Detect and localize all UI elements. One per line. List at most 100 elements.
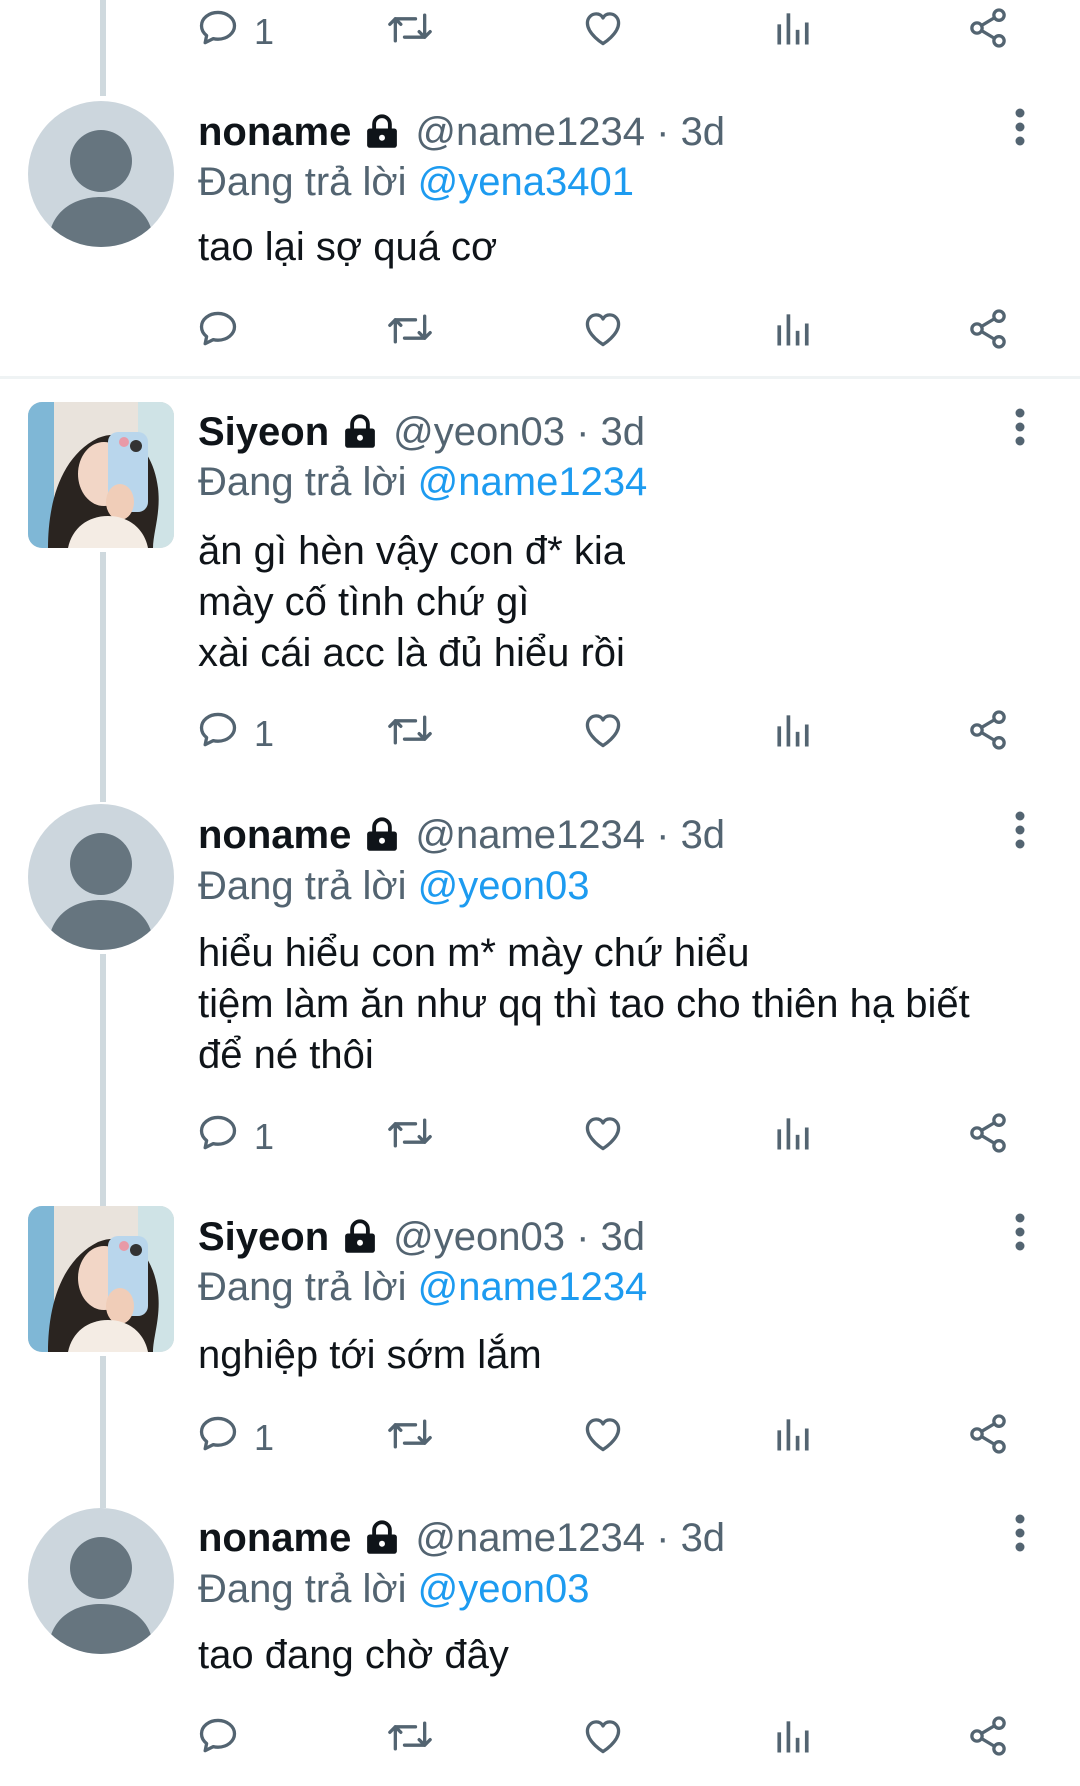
tweet-header: Siyeon @yeon03 · 3d <box>198 405 645 459</box>
reply-icon <box>196 6 240 59</box>
avatar-default[interactable] <box>28 804 174 950</box>
share-icon <box>966 708 1010 761</box>
more-vertical-icon <box>1014 1212 1026 1257</box>
mention-link[interactable]: @name1234 <box>418 1265 648 1309</box>
lock-icon <box>361 814 403 856</box>
more-vertical-icon <box>1014 1513 1026 1558</box>
display-name[interactable]: noname <box>198 1516 351 1561</box>
like-button[interactable] <box>581 2 625 62</box>
avatar-default[interactable] <box>28 101 174 247</box>
meta-separator: · <box>565 1214 601 1259</box>
tweet-text-line: để né thôi <box>198 1033 374 1077</box>
mention-link[interactable]: @yeon03 <box>418 1567 590 1611</box>
avatar-photo[interactable] <box>28 1206 174 1352</box>
mention-link[interactable]: @name1234 <box>418 460 648 504</box>
views-button[interactable] <box>771 1107 815 1167</box>
avatar-photo[interactable] <box>28 402 174 548</box>
tweet-text-line: mày cố tình chứ gì <box>198 580 530 624</box>
share-button[interactable] <box>966 1107 1010 1167</box>
analytics-icon <box>771 1412 815 1465</box>
display-name[interactable]: noname <box>198 110 351 155</box>
views-button[interactable] <box>771 303 815 363</box>
avatar-default[interactable] <box>28 1508 174 1654</box>
reply-count: 1 <box>254 1417 275 1458</box>
more-options-button[interactable] <box>1000 102 1040 156</box>
handle[interactable]: @name1234 <box>415 813 645 858</box>
meta-separator: · <box>565 409 601 454</box>
retweet-button[interactable] <box>386 1408 434 1468</box>
heart-icon <box>581 708 625 761</box>
more-options-button[interactable] <box>1000 402 1040 456</box>
analytics-icon <box>771 1111 815 1164</box>
tweet-text-line: xài cái acc là đủ hiểu rồi <box>198 631 625 675</box>
display-name[interactable]: Siyeon <box>198 1215 329 1260</box>
like-button[interactable] <box>581 704 625 764</box>
retweet-button[interactable] <box>386 303 434 363</box>
views-button[interactable] <box>771 1710 815 1770</box>
share-button[interactable] <box>966 303 1010 363</box>
default-avatar-icon <box>48 833 154 950</box>
retweet-icon <box>386 1412 434 1465</box>
mention-link[interactable]: @yeon03 <box>418 864 590 908</box>
reply-button[interactable]: 1 <box>196 2 274 62</box>
views-button[interactable] <box>771 1408 815 1468</box>
handle[interactable]: @yeon03 <box>393 410 565 455</box>
heart-icon <box>581 1412 625 1465</box>
share-button[interactable] <box>966 1408 1010 1468</box>
timestamp[interactable]: 3d <box>681 110 726 155</box>
tweet-text: hiểu hiểu con m* mày chứ hiểu tiệm làm ă… <box>198 928 1048 1081</box>
meta-separator: · <box>645 812 681 857</box>
share-button[interactable] <box>966 2 1010 62</box>
tweet-text-line: tiệm làm ăn như qq thì tao cho thiên hạ … <box>198 982 970 1026</box>
action-bar <box>196 303 1026 363</box>
timestamp[interactable]: 3d <box>601 410 646 455</box>
replying-prefix: Đang trả lời <box>198 864 418 908</box>
reply-button[interactable]: 1 <box>196 1408 274 1468</box>
views-button[interactable] <box>771 2 815 62</box>
reply-button[interactable]: 1 <box>196 1107 274 1167</box>
replying-to: Đang trả lời @name1234 <box>198 460 647 505</box>
like-button[interactable] <box>581 303 625 363</box>
timestamp[interactable]: 3d <box>601 1215 646 1260</box>
like-button[interactable] <box>581 1107 625 1167</box>
replying-to: Đang trả lời @name1234 <box>198 1265 647 1310</box>
views-button[interactable] <box>771 704 815 764</box>
handle[interactable]: @name1234 <box>415 1516 645 1561</box>
share-icon <box>966 1412 1010 1465</box>
share-button[interactable] <box>966 1710 1010 1770</box>
retweet-icon <box>386 1111 434 1164</box>
share-button[interactable] <box>966 704 1010 764</box>
retweet-button[interactable] <box>386 1710 434 1770</box>
tweet-text-line: hiểu hiểu con m* mày chứ hiểu <box>198 931 750 975</box>
more-options-button[interactable] <box>1000 805 1040 859</box>
tweet-text-line: tao đang chờ đây <box>198 1633 509 1677</box>
handle[interactable]: @name1234 <box>415 110 645 155</box>
reply-button[interactable] <box>196 303 254 363</box>
reply-icon <box>196 1111 240 1164</box>
retweet-button[interactable] <box>386 704 434 764</box>
handle[interactable]: @yeon03 <box>393 1215 565 1260</box>
meta-separator: · <box>645 109 681 154</box>
analytics-icon <box>771 1714 815 1767</box>
tweet-text: tao lại sợ quá cơ <box>198 222 1048 273</box>
display-name[interactable]: Siyeon <box>198 410 329 455</box>
like-button[interactable] <box>581 1408 625 1468</box>
mention-link[interactable]: @yena3401 <box>418 160 634 204</box>
timestamp[interactable]: 3d <box>681 1516 726 1561</box>
thread-separator <box>0 376 1080 379</box>
more-options-button[interactable] <box>1000 1207 1040 1261</box>
tweet-text-line: tao lại sợ quá cơ <box>198 225 498 269</box>
reply-button[interactable] <box>196 1710 254 1770</box>
retweet-button[interactable] <box>386 1107 434 1167</box>
reply-icon <box>196 1714 240 1767</box>
more-vertical-icon <box>1014 107 1026 152</box>
more-options-button[interactable] <box>1000 1508 1040 1562</box>
reply-button[interactable]: 1 <box>196 704 274 764</box>
retweet-icon <box>386 708 434 761</box>
retweet-button[interactable] <box>386 2 434 62</box>
display-name[interactable]: noname <box>198 813 351 858</box>
timestamp[interactable]: 3d <box>681 813 726 858</box>
more-vertical-icon <box>1014 810 1026 855</box>
share-icon <box>966 1714 1010 1767</box>
like-button[interactable] <box>581 1710 625 1770</box>
